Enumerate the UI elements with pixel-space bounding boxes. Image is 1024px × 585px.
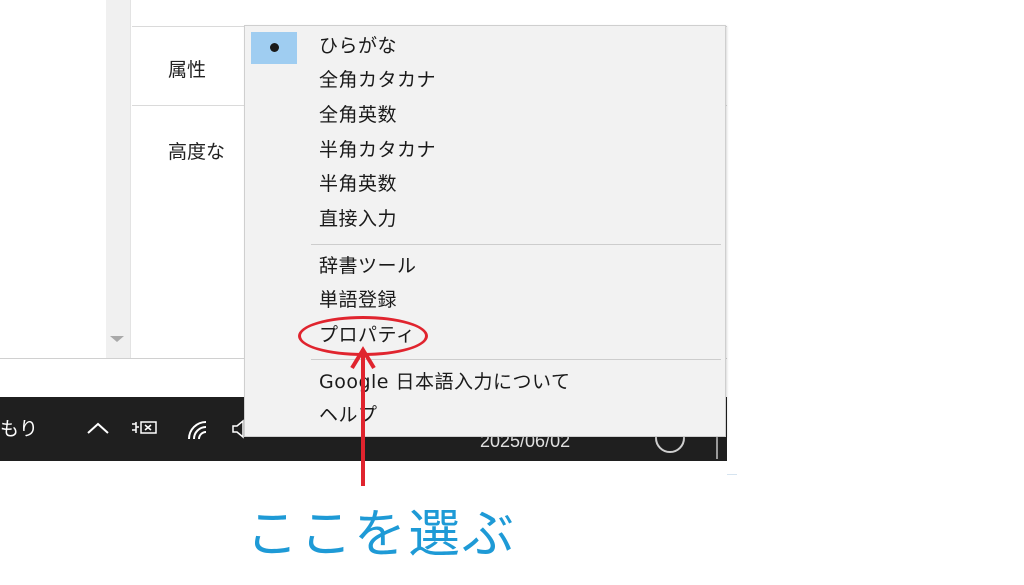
attributes-label[interactable]: 属性 [168,55,206,82]
taskbar-text[interactable]: もり [0,414,38,441]
menu-item-fullwidth-katakana[interactable]: 全角カタカナ [319,68,436,92]
menu-item-dictionary-tool[interactable]: 辞書ツール [319,254,417,278]
menu-item-fullwidth-alphanumeric[interactable]: 全角英数 [319,103,397,127]
menu-item-halfwidth-katakana[interactable]: 半角カタカナ [319,138,436,162]
ime-context-menu: ひらがな 全角カタカナ 全角英数 半角カタカナ 半角英数 直接入力 辞書ツール … [244,25,726,437]
menu-separator [311,244,721,245]
radio-dot-icon [270,43,279,52]
power-plug-icon[interactable] [130,419,160,437]
menu-item-word-register[interactable]: 単語登録 [319,288,397,312]
red-arrow-icon [350,346,376,486]
wifi-icon[interactable] [186,419,212,441]
menu-item-hiragana[interactable]: ひらがな [319,34,397,58]
corner-mark [727,474,737,475]
chevron-up-icon[interactable] [86,421,110,435]
annotation-caption: ここを選ぶ [246,505,517,565]
menu-item-halfwidth-alphanumeric[interactable]: 半角英数 [319,172,397,196]
scroll-down-arrow-icon[interactable] [110,336,124,342]
scrollbar[interactable] [106,0,131,358]
advanced-label[interactable]: 高度な [168,137,225,164]
menu-item-direct-input[interactable]: 直接入力 [319,207,397,231]
selected-mode-highlight [251,32,297,64]
